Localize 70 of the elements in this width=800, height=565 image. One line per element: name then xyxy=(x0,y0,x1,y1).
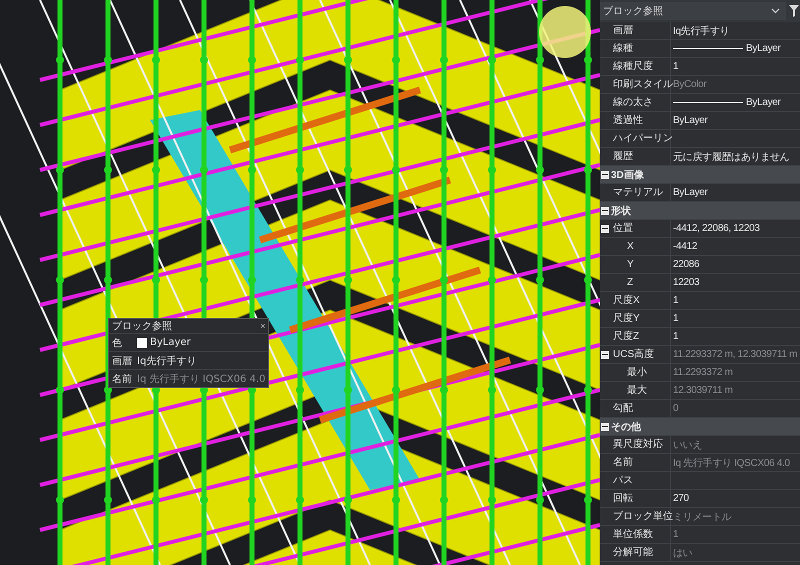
property-value[interactable]: -4412 xyxy=(673,241,698,252)
property-label: 線の太さ xyxy=(609,94,671,112)
property-label: 分解可能 xyxy=(609,544,671,562)
tooltip-value: ByLayer xyxy=(150,337,192,348)
property-value[interactable]: ミリメートル xyxy=(673,510,732,524)
section-header[interactable]: その他 xyxy=(609,420,641,434)
collapse-toggle-icon[interactable] xyxy=(600,206,608,214)
property-label: X xyxy=(609,238,671,256)
property-value[interactable]: ByLayer xyxy=(746,43,781,54)
property-value[interactable]: 12203 xyxy=(673,277,700,288)
tooltip-value: Iq 先行手すり IQSCX06 4.0 xyxy=(137,372,266,386)
property-label: 最大 xyxy=(609,382,671,400)
property-label: 線種 xyxy=(609,40,671,58)
tooltip-title: ブロック参照 xyxy=(112,320,172,333)
line-sample xyxy=(673,48,743,50)
property-value[interactable]: 22086 xyxy=(673,259,700,270)
property-label: 単位係数 xyxy=(609,526,671,544)
property-value[interactable]: 1 xyxy=(673,331,678,342)
object-type-dropdown[interactable]: ブロック参照 xyxy=(600,2,786,20)
property-label: 回転 xyxy=(609,490,671,508)
tooltip-label: 画層 xyxy=(112,354,133,368)
property-value[interactable]: いいえ xyxy=(673,438,702,452)
property-value[interactable]: ByLayer xyxy=(746,97,781,108)
section-header[interactable]: 3D画像 xyxy=(609,168,644,182)
property-label: パス xyxy=(609,472,671,490)
property-value[interactable]: 270 xyxy=(673,493,689,504)
property-value[interactable]: 11.2293372 m, 12.3039711 m xyxy=(673,349,798,360)
tooltip-label: 名前 xyxy=(112,372,133,386)
property-label: 尺度Z xyxy=(609,328,671,346)
property-label: UCS高度 xyxy=(609,346,671,364)
line-sample xyxy=(673,102,743,104)
close-button[interactable]: × xyxy=(260,321,266,331)
property-value[interactable]: 1 xyxy=(673,529,678,540)
collapse-toggle-icon[interactable] xyxy=(600,170,608,178)
property-value[interactable]: 1 xyxy=(673,313,678,324)
property-value[interactable]: -4412, 22086, 12203 xyxy=(673,223,760,234)
property-value[interactable]: 12.3039711 m xyxy=(673,385,733,396)
collapse-toggle-icon[interactable] xyxy=(600,224,608,232)
property-value[interactable]: ByColor xyxy=(673,79,706,90)
property-value[interactable]: Iq 先行手すり IQSCX06 4.0 xyxy=(673,456,790,470)
chevron-down-icon xyxy=(771,8,780,14)
property-label: 名前 xyxy=(609,454,671,472)
property-label: 位置 xyxy=(609,220,671,238)
property-label: 最小 xyxy=(609,364,671,382)
property-value[interactable]: 1 xyxy=(673,61,678,72)
property-label: 印刷スタイル xyxy=(609,76,671,94)
property-label: Y xyxy=(609,256,671,274)
property-label: ブロック単位 xyxy=(609,508,671,526)
property-value[interactable]: 元に戻す履歴はありません xyxy=(673,150,790,164)
property-value[interactable]: ByLayer xyxy=(673,115,708,126)
property-value[interactable]: ByLayer xyxy=(673,187,708,198)
property-label: 透過性 xyxy=(609,112,671,130)
tooltip-label: 色 xyxy=(112,336,123,350)
property-value[interactable]: 1 xyxy=(673,295,678,306)
tooltip-value: Iq先行手すり xyxy=(137,354,198,368)
property-label: 線種尺度 xyxy=(609,58,671,76)
property-label: 画層 xyxy=(609,22,671,40)
property-value[interactable]: はい xyxy=(673,546,692,560)
filter-icon[interactable] xyxy=(789,5,799,17)
property-label: 異尺度対応 xyxy=(609,436,671,454)
property-value[interactable]: 0 xyxy=(673,403,678,414)
property-value[interactable]: Iq先行手すり xyxy=(673,24,730,38)
property-label: Z xyxy=(609,274,671,292)
section-header[interactable]: 形状 xyxy=(609,204,631,218)
property-value[interactable]: 11.2293372 m xyxy=(673,367,733,378)
collapse-toggle-icon[interactable] xyxy=(600,350,608,358)
property-label: 尺度Y xyxy=(609,310,671,328)
property-label: 尺度X xyxy=(609,292,671,310)
collapse-toggle-icon[interactable] xyxy=(600,422,608,430)
property-label: ハイパーリン xyxy=(609,130,671,148)
